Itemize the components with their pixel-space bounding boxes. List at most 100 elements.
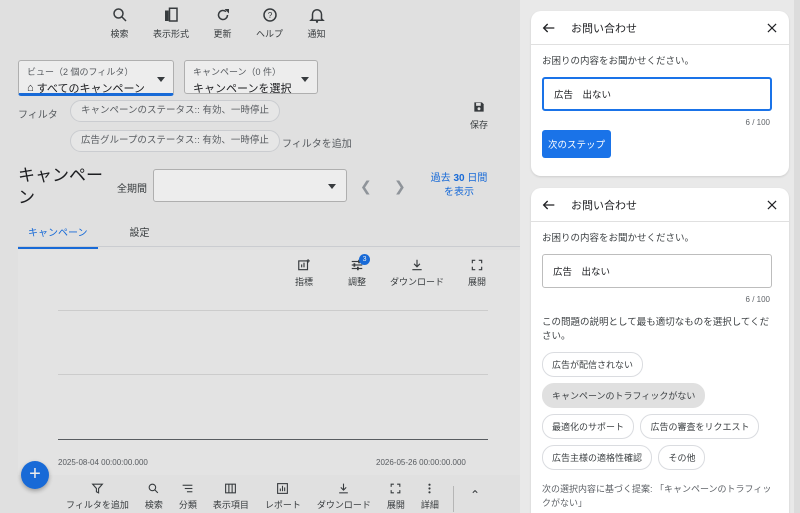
segment-icon — [182, 484, 193, 493]
add-filter-link[interactable]: フィルタを追加 — [282, 135, 352, 150]
range-link-suffix: 日間 — [464, 173, 488, 184]
notifications-button[interactable]: 通知 — [293, 6, 340, 40]
notifications-label: 通知 — [307, 29, 326, 39]
more-label: 詳細 — [420, 500, 439, 510]
page-title: キャンペーン — [18, 166, 103, 207]
chevron-right-icon[interactable]: ❯ — [394, 178, 406, 195]
refresh-button[interactable]: 更新 — [199, 6, 246, 40]
issue-input[interactable]: 広告 出ない — [542, 254, 772, 288]
columns-button[interactable]: 表示項目 — [205, 482, 257, 512]
columns-icon — [225, 483, 237, 494]
filter-chip-campaign-status[interactable]: キャンペーンのステータス:: 有効、一時停止 — [70, 100, 280, 122]
segment-label: 分類 — [178, 500, 197, 510]
bottom-toolbar: フィルタを追加 検索 分類 表示項目 レポート ダウンロード 展開 詳細 ⌃ — [58, 482, 490, 512]
tab-campaigns[interactable]: キャンペーン — [18, 220, 98, 249]
table-search-button[interactable]: 検索 — [137, 482, 171, 512]
contact-card-2: お問い合わせ お困りの内容をお聞かせください。 広告 出ない 6 / 100 こ… — [531, 188, 789, 513]
chart-download-label: ダウンロード — [390, 277, 445, 287]
report-label: レポート — [264, 500, 301, 510]
more-button[interactable]: 詳細 — [413, 482, 447, 512]
search-button[interactable]: 検索 — [96, 6, 143, 40]
campaign-selector-value: キャンペーンを選択 — [193, 83, 292, 95]
contact-card-header: お問い合わせ — [531, 11, 789, 45]
chevron-up-icon[interactable]: ⌃ — [460, 482, 490, 512]
contact-card-title: お問い合わせ — [571, 22, 637, 35]
search-label: 検索 — [110, 29, 129, 39]
add-filter-label: フィルタを追加 — [66, 500, 129, 510]
add-chart-icon — [298, 259, 310, 271]
table-download-button[interactable]: ダウンロード — [309, 482, 379, 512]
report-button[interactable]: レポート — [257, 482, 309, 512]
refresh-label: 更新 — [213, 29, 232, 39]
filter-chip-adgroup-status[interactable]: 広告グループのステータス:: 有効、一時停止 — [70, 130, 280, 152]
chart-download-button[interactable]: ダウンロード — [390, 258, 444, 288]
adjust-badge: 3 — [359, 254, 371, 265]
char-count: 6 / 100 — [745, 118, 770, 127]
option-ads-not-serving[interactable]: 広告が配信されない — [542, 352, 644, 377]
adjust-label: 調整 — [348, 277, 367, 287]
columns-label: 表示項目 — [212, 500, 249, 510]
range-link-line2: を表示 — [444, 187, 474, 198]
more-icon — [428, 483, 432, 494]
chart-gridline — [58, 310, 488, 311]
contact-card-body: お困りの内容をお聞かせください。 広告 出ない 6 / 100 次のステップ — [531, 45, 789, 168]
save-button[interactable]: 保存 — [470, 100, 488, 131]
tab-settings[interactable]: 設定 — [120, 220, 160, 249]
view-selector[interactable]: ビュー（2 個のフィルタ） ⌂ すべてのキャンペーン — [18, 60, 174, 96]
chart-axis — [58, 439, 488, 440]
help-side-panel: お問い合わせ お困りの内容をお聞かせください。 広告 出ない 6 / 100 次… — [520, 0, 800, 513]
issue-question: お困りの内容をお聞かせください。 — [542, 56, 695, 67]
table-search-label: 検索 — [144, 500, 163, 510]
chevron-left-icon[interactable]: ❮ — [360, 178, 372, 195]
contact-card-header: お問い合わせ — [531, 188, 789, 222]
segment-button[interactable]: 分類 — [171, 482, 205, 512]
option-advertiser-verification[interactable]: 広告主様の適格性確認 — [542, 445, 653, 470]
campaign-selector-label: キャンペーン（0 件） — [193, 67, 282, 77]
chevron-down-icon — [157, 77, 165, 82]
chart-panel: 指標 3 調整 ダウンロード 展開 2025-08-04 00:00:00.00… — [18, 250, 520, 475]
report-icon — [277, 483, 289, 494]
back-arrow-icon[interactable] — [541, 197, 557, 213]
option-optimization-support[interactable]: 最適化のサポート — [542, 414, 635, 439]
issue-input[interactable]: 広告 出ない — [542, 77, 772, 111]
view-format-button[interactable]: 表示形式 — [143, 6, 199, 40]
option-ad-review[interactable]: 広告の審査をリクエスト — [640, 414, 760, 439]
chevron-down-icon — [301, 77, 309, 82]
help-label: ヘルプ — [255, 29, 283, 39]
help-button[interactable]: ? ヘルプ — [246, 6, 293, 40]
range-link-number: 30 — [453, 173, 465, 184]
metrics-button[interactable]: 指標 — [295, 258, 313, 288]
add-filter-button[interactable]: フィルタを追加 — [58, 482, 137, 512]
close-icon[interactable] — [765, 198, 779, 212]
option-other[interactable]: その他 — [658, 445, 706, 470]
back-arrow-icon[interactable] — [541, 20, 557, 36]
next-step-button[interactable]: 次のステップ — [542, 130, 612, 158]
metrics-label: 指標 — [295, 277, 314, 287]
issue-question: お困りの内容をお聞かせください。 — [542, 233, 695, 244]
close-icon[interactable] — [765, 21, 779, 35]
table-expand-label: 展開 — [386, 500, 405, 510]
last-30-days-link[interactable]: 過去 30 日間 を表示 — [424, 172, 494, 200]
date-range-select[interactable] — [153, 169, 347, 202]
view-selector-value: すべてのキャンペーン — [36, 83, 145, 95]
adjust-button[interactable]: 3 調整 — [348, 254, 371, 288]
add-button[interactable]: + — [21, 461, 49, 489]
side-panel-scrollbar[interactable] — [794, 0, 800, 513]
campaign-selector[interactable]: キャンペーン（0 件） キャンペーンを選択 — [184, 60, 318, 95]
chart-expand-button[interactable]: 展開 — [468, 258, 486, 288]
table-expand-button[interactable]: 展開 — [379, 482, 413, 512]
bell-icon — [308, 9, 325, 23]
option-no-traffic[interactable]: キャンペーンのトラフィックがない — [542, 383, 706, 408]
save-icon — [474, 102, 484, 112]
google-ads-app: 検索 表示形式 更新 ? ヘルプ 通知 ビュー（2 個のフィルタ） ⌂ すべての… — [0, 0, 520, 513]
tab-divider — [18, 246, 520, 247]
issue-options: 広告が配信されない キャンペーンのトラフィックがない 最適化のサポート 広告の審… — [542, 352, 778, 476]
search-icon — [112, 8, 127, 22]
expand-icon — [391, 483, 401, 494]
contact-card-1: お問い合わせ お困りの内容をお聞かせください。 広告 出ない 6 / 100 次… — [531, 11, 789, 176]
chart-start-date: 2025-08-04 00:00:00.000 — [58, 458, 148, 467]
chevron-down-icon — [328, 184, 336, 189]
contact-card-body: お困りの内容をお聞かせください。 広告 出ない 6 / 100 この問題の説明と… — [531, 222, 789, 513]
view-format-icon — [165, 7, 178, 22]
tab-bar: キャンペーン 設定 — [18, 220, 160, 249]
